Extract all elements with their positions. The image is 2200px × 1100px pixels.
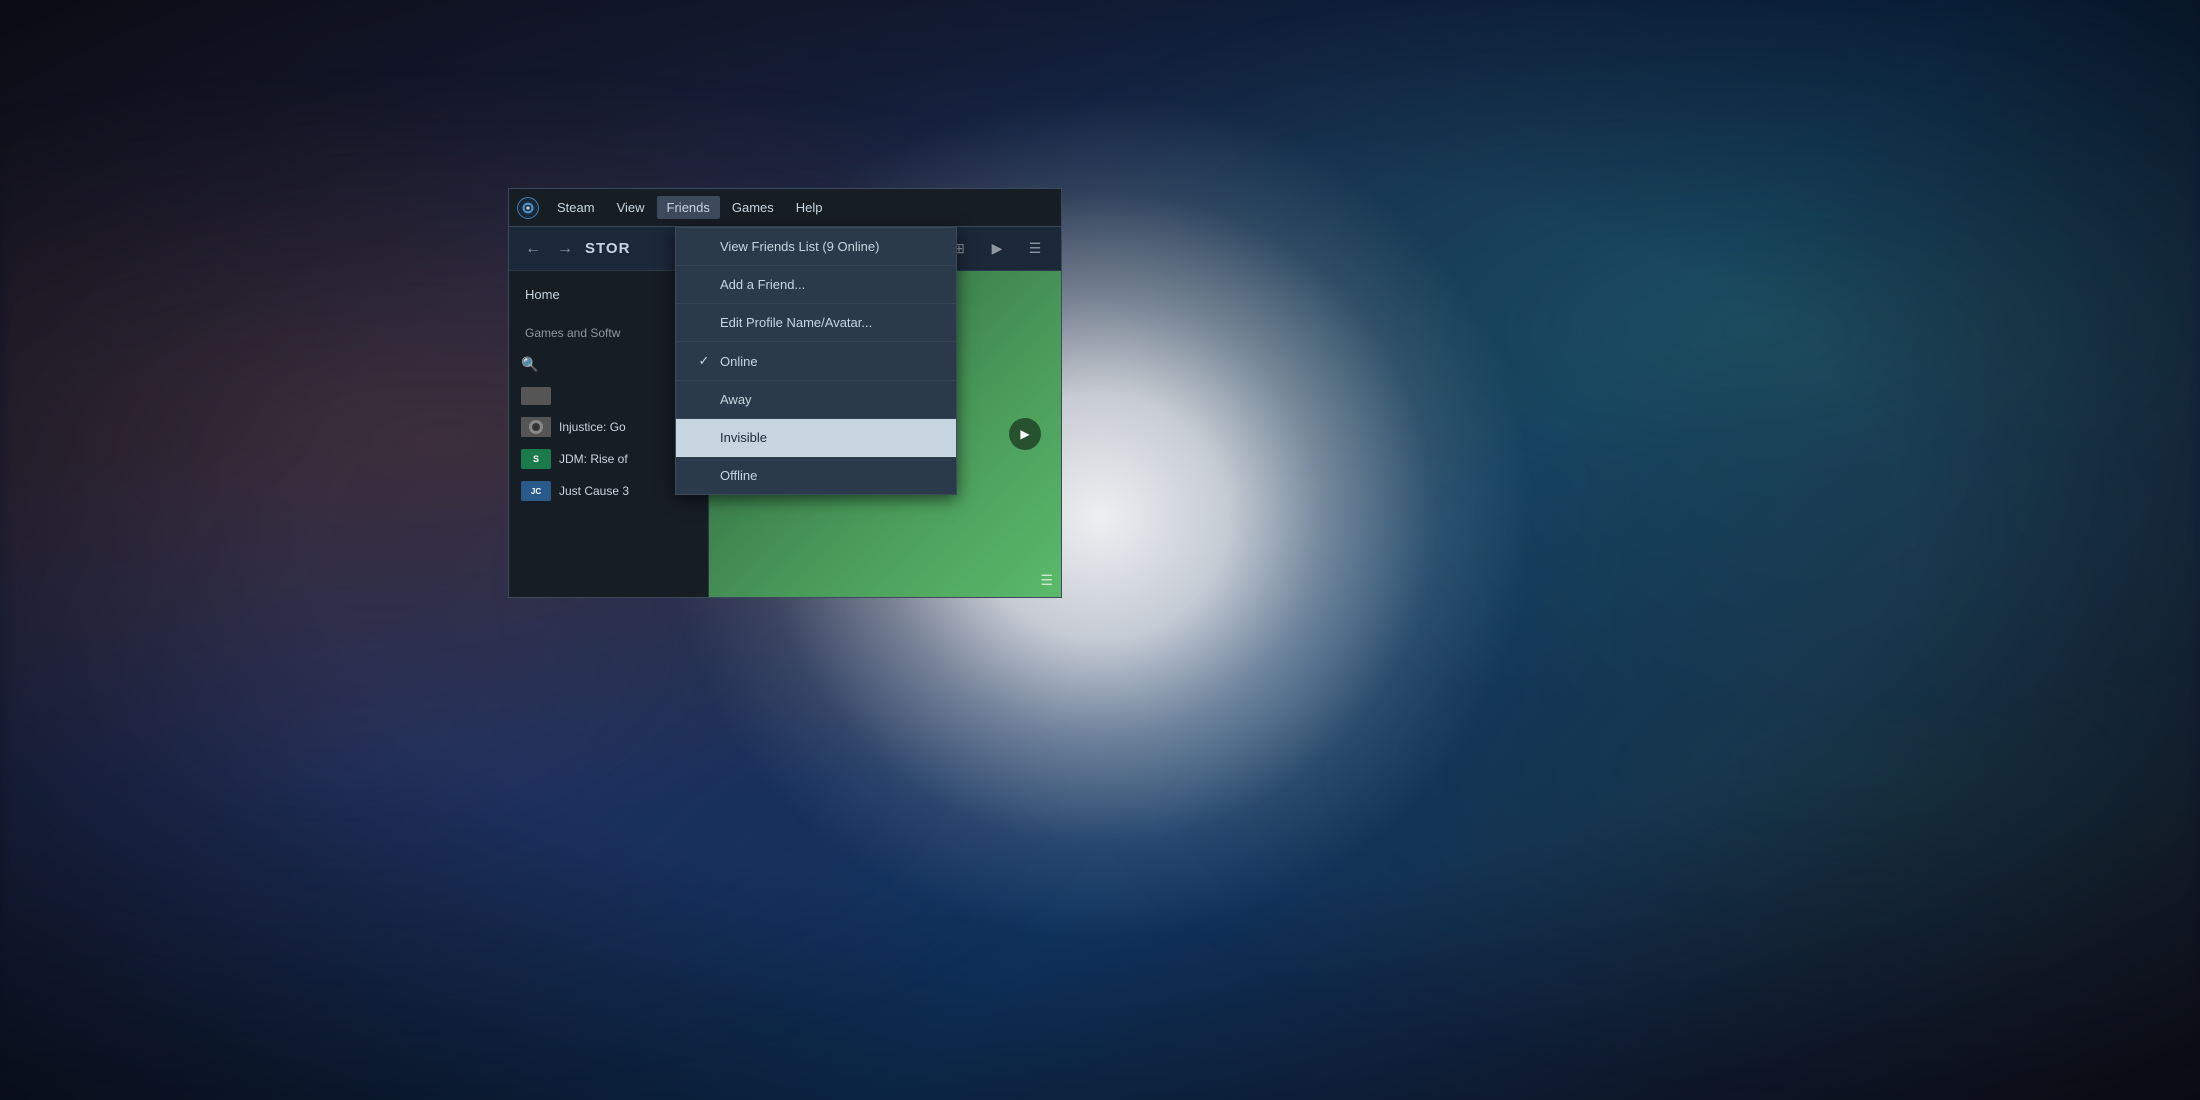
play-icon[interactable]: ▶	[983, 235, 1011, 263]
dropdown-item-online[interactable]: ✓ Online	[676, 342, 956, 381]
label-view-friends: View Friends List (9 Online)	[720, 239, 879, 254]
menu-view[interactable]: View	[607, 196, 655, 219]
dropdown-item-away[interactable]: Away	[676, 381, 956, 419]
dropdown-item-invisible[interactable]: Invisible	[676, 419, 956, 457]
game-title-jdm: JDM: Rise of	[559, 452, 628, 466]
game-thumb-partial	[521, 387, 551, 405]
dropdown-item-offline[interactable]: Offline	[676, 457, 956, 494]
friends-dropdown-menu: View Friends List (9 Online) Add a Frien…	[675, 227, 957, 495]
label-invisible: Invisible	[720, 430, 767, 445]
menu-help[interactable]: Help	[786, 196, 833, 219]
game-title-justcause: Just Cause 3	[559, 484, 629, 498]
list-view-icon[interactable]: ☰	[1021, 235, 1049, 263]
menu-friends[interactable]: Friends	[657, 196, 720, 219]
banner-play-button[interactable]: ▶	[1009, 418, 1041, 450]
label-online: Online	[720, 354, 758, 369]
nav-title: STOR	[585, 240, 630, 257]
menu-games[interactable]: Games	[722, 196, 784, 219]
steam-logo-icon	[517, 197, 539, 219]
label-edit-profile: Edit Profile Name/Avatar...	[720, 315, 872, 330]
search-icon: 🔍	[521, 356, 538, 373]
steam-window: Steam View Friends Games Help ← → STOR I…	[508, 188, 1062, 598]
menu-steam[interactable]: Steam	[547, 196, 605, 219]
label-add-friend: Add a Friend...	[720, 277, 805, 292]
banner-list-control[interactable]: ☰	[1040, 572, 1053, 589]
label-offline: Offline	[720, 468, 757, 483]
menu-bar: Steam View Friends Games Help	[509, 189, 1061, 227]
dropdown-item-view-friends[interactable]: View Friends List (9 Online)	[676, 228, 956, 266]
game-thumb-jdm: S	[521, 449, 551, 469]
game-thumb-justcause: JC	[521, 481, 551, 501]
back-button[interactable]: ←	[521, 237, 545, 261]
label-away: Away	[720, 392, 752, 407]
game-thumb-injustice	[521, 417, 551, 437]
dropdown-item-add-friend[interactable]: Add a Friend...	[676, 266, 956, 304]
game-title-injustice: Injustice: Go	[559, 420, 626, 434]
forward-button[interactable]: →	[553, 237, 577, 261]
background-blur	[0, 0, 2200, 1100]
dropdown-item-edit-profile[interactable]: Edit Profile Name/Avatar...	[676, 304, 956, 342]
check-online: ✓	[696, 353, 712, 369]
